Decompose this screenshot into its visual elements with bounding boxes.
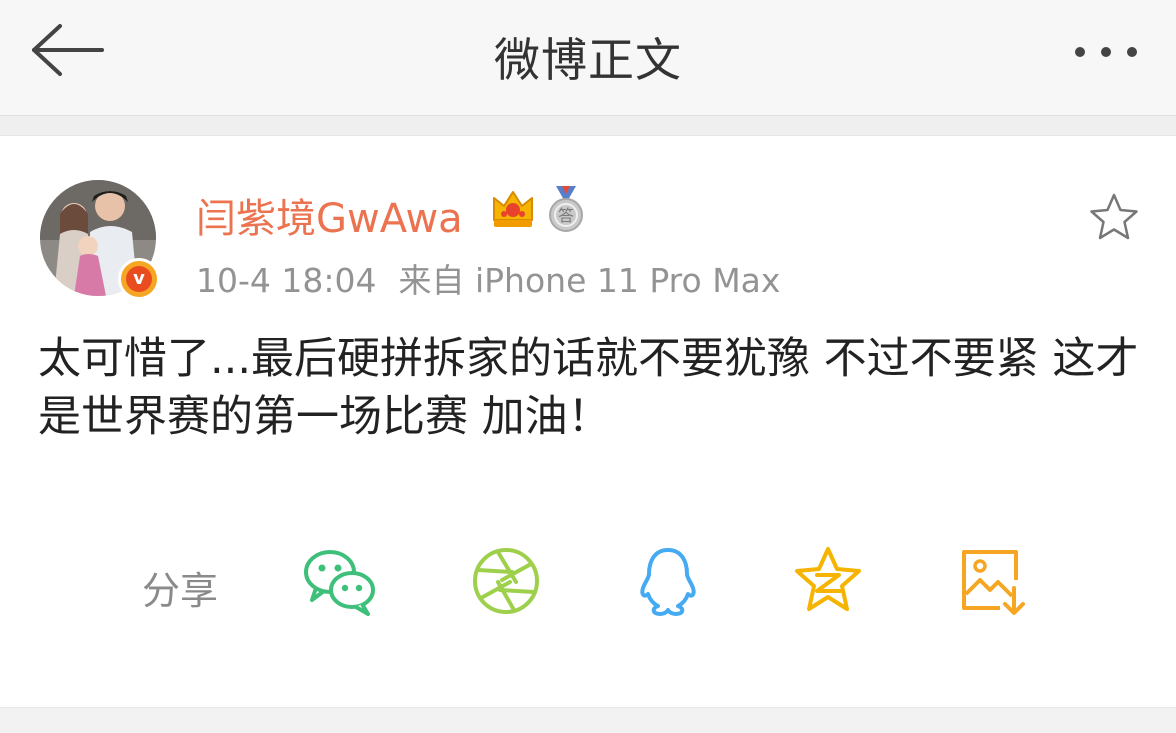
qq-icon xyxy=(640,548,696,616)
answer-medal-badge[interactable]: 答 xyxy=(546,184,586,234)
crown-icon xyxy=(493,191,533,227)
bottom-divider xyxy=(0,707,1176,733)
post-meta: 10-4 18:04 来自 iPhone 11 Pro Max xyxy=(196,254,780,302)
post-text: 太可惜了...最后硬拼拆家的话就不要犹豫 不过不要紧 这才是世界赛的第一场比赛 … xyxy=(38,334,1139,442)
share-moments-button[interactable] xyxy=(468,544,544,618)
wechat-icon xyxy=(304,550,375,616)
svg-text:答: 答 xyxy=(558,206,574,225)
more-options-button[interactable] xyxy=(1070,30,1150,74)
weibo-post-card: v 闫紫境GwAwa 答 10-4 18:04 来自 iPhone 11 Pro … xyxy=(0,136,1176,707)
moments-icon xyxy=(473,548,539,614)
star-outline-icon xyxy=(1090,193,1138,240)
member-crown-badge[interactable] xyxy=(490,186,536,230)
share-qq-button[interactable] xyxy=(630,544,706,618)
favorite-button[interactable] xyxy=(1088,192,1140,242)
verified-badge-letter: v xyxy=(126,266,152,292)
medal-icon: 答 xyxy=(549,186,583,232)
share-wechat-button[interactable] xyxy=(302,544,378,618)
share-label: 分享 xyxy=(142,569,219,613)
section-divider xyxy=(0,116,1176,136)
qzone-icon xyxy=(795,547,861,611)
post-source: 来自 iPhone 11 Pro Max xyxy=(398,261,781,300)
more-dots-icon xyxy=(1075,47,1137,57)
share-qzone-button[interactable] xyxy=(790,544,866,618)
post-time: 10-4 18:04 xyxy=(196,261,377,300)
verified-badge: v xyxy=(118,258,160,300)
save-image-button[interactable] xyxy=(956,544,1032,618)
page-title: 微博正文 xyxy=(494,33,682,87)
save-image-icon xyxy=(962,550,1025,615)
author-name[interactable]: 闫紫境GwAwa xyxy=(196,186,463,244)
top-navigation-bar: 微博正文 xyxy=(0,0,1176,116)
